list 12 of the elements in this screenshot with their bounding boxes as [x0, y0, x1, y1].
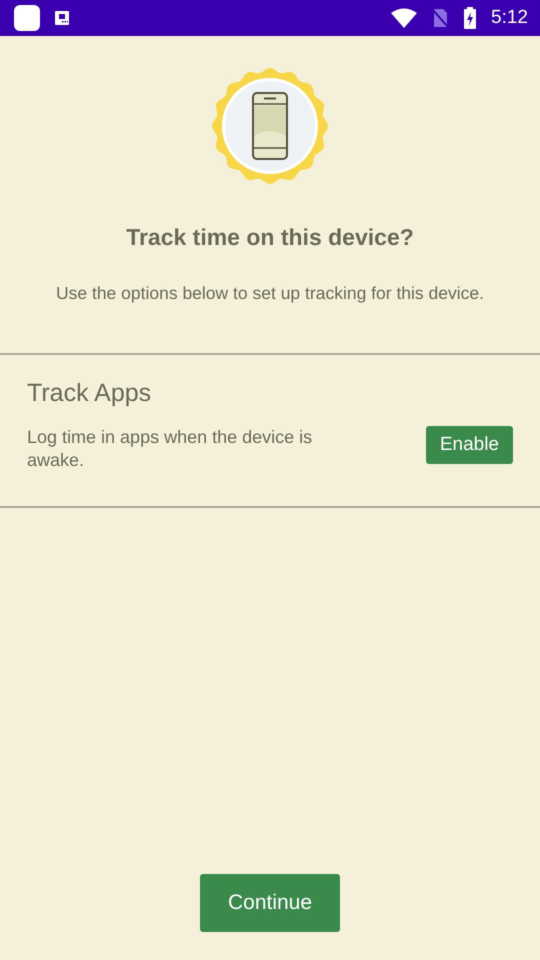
enable-button[interactable]: Enable: [426, 426, 513, 464]
option-title: Track Apps: [27, 379, 152, 408]
clock-time: 5:12: [491, 7, 528, 29]
dialog-title: Track time on this device?: [126, 224, 414, 251]
option-description: Log time in apps when the device is awake.: [27, 426, 314, 472]
continue-button[interactable]: Continue: [200, 874, 340, 932]
wifi-icon: [391, 8, 418, 28]
battery-charging-icon: [463, 7, 478, 29]
app-notification-icon: [14, 5, 40, 31]
subtitle-text: Use the options below to set up tracking for this device.: [56, 283, 484, 304]
phone-badge-icon: [210, 66, 330, 186]
no-sim-icon: [431, 8, 450, 28]
